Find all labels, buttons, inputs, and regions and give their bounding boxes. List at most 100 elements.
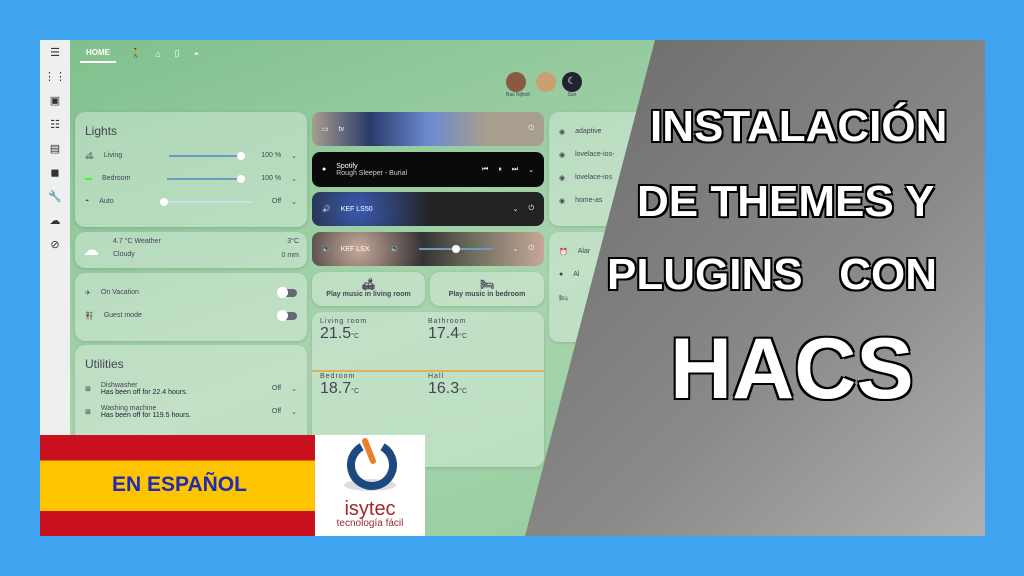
previous-icon[interactable]: ⏮	[482, 166, 488, 174]
people: Bas Nijholt ☾ Sun	[506, 72, 582, 98]
volume-icon[interactable]: 🔉	[391, 245, 400, 253]
logbook-icon[interactable]: ☷	[40, 112, 70, 136]
guest-toggle[interactable]	[277, 309, 297, 321]
weather-temp: 3°C	[287, 238, 299, 245]
brightness-slider[interactable]	[160, 197, 252, 206]
light-value: 100 %	[261, 152, 282, 159]
temp-sensor[interactable]: Living room 21.5°C	[320, 318, 428, 343]
chevron-down-icon[interactable]: ⌄	[291, 198, 297, 206]
next-icon[interactable]: ⏭	[512, 166, 518, 174]
appliance-icon: ⊠	[85, 385, 91, 393]
play-living-button[interactable]: 🛋 Play music in living room	[312, 272, 425, 306]
modes-card: ✈ On Vacation 👫 Guest mode	[75, 273, 307, 341]
repo-name: home-as	[575, 197, 603, 204]
appliance-icon: ⊠	[85, 408, 91, 416]
pause-icon[interactable]: ⏸	[498, 166, 502, 174]
weather-title: 4.7 °C Weather	[113, 238, 161, 245]
history-icon[interactable]: ▤	[40, 136, 70, 160]
room-name: Living room	[320, 318, 368, 325]
mode-row: ✈ On Vacation	[75, 281, 307, 304]
speaker-icon: 🔊	[322, 206, 331, 213]
view-tabs: HOME 🚶 ⌂ ▯ ◓	[80, 44, 199, 63]
power-icon[interactable]: ⏻	[528, 125, 534, 133]
power-logo-icon	[344, 438, 397, 491]
brightness-slider[interactable]	[167, 174, 246, 183]
brightness-slider[interactable]	[168, 151, 246, 160]
bed-icon: 🛏	[559, 294, 568, 302]
media-source: Spotify	[336, 162, 358, 170]
repo-name: adaptive	[575, 128, 602, 135]
room-name: Hall	[428, 373, 445, 380]
power-icon[interactable]: ⏻	[528, 245, 534, 253]
spotify-card[interactable]: ● Spotify Rough Sleeper - Burial ⏮ ⏸ ⏭ ⌄	[312, 152, 544, 187]
chevron-down-icon[interactable]: ⌄	[291, 385, 297, 393]
menu-icon[interactable]: ☰	[40, 40, 70, 64]
light-value: Off	[271, 198, 282, 205]
map-icon[interactable]: ▣	[40, 88, 70, 112]
headline-line-1: INSTALACIÓN	[649, 101, 948, 152]
tab-home[interactable]: HOME	[80, 44, 116, 63]
headline-line-2: DE THEMES Y	[636, 176, 935, 227]
tube-icon[interactable]: ▯	[175, 48, 180, 59]
utility-state: Off	[271, 385, 282, 392]
weather-card[interactable]: ☁ 4.7 °C Weather Cloudy 3°C 0 mm	[75, 232, 307, 268]
avatar[interactable]	[506, 72, 526, 92]
tv-media-card[interactable]: ▭ tv ⏻	[312, 112, 544, 146]
motion-icon[interactable]: 🚶	[130, 48, 141, 59]
avatar[interactable]	[535, 72, 556, 92]
github-icon: ◉	[559, 197, 566, 205]
light-label: Bedroom	[102, 175, 131, 182]
temp-unit: °C	[351, 333, 359, 340]
speaker-icon: 🔈	[322, 246, 331, 253]
github-icon: ◉	[559, 151, 566, 159]
light-row: 🛋 Living 100 % ⌄	[75, 144, 307, 167]
media-name: KEF LS50	[340, 205, 373, 213]
light-label: Living	[103, 152, 123, 159]
chevron-down-icon[interactable]: ⌄	[291, 408, 297, 416]
utility-status: Has been off for 22.4 hours.	[100, 388, 188, 396]
room-name: Bedroom	[320, 373, 356, 380]
temp-value: 18.7	[320, 380, 352, 397]
chevron-down-icon[interactable]: ⌄	[528, 166, 534, 174]
kef-lsx-card[interactable]: 🔈 KEF LSX 🔉 ⌄ ⏻	[312, 232, 544, 266]
github-icon: ◉	[559, 128, 566, 136]
overview-icon[interactable]: ⋮⋮	[40, 64, 70, 88]
chevron-down-icon[interactable]: ⌄	[291, 152, 297, 160]
robot-icon[interactable]: ◓	[194, 49, 199, 59]
thumbnail: ☰ ⋮⋮ ▣ ☷ ▤ ◼ 🔧 ☁ ⊘ HOME 🚶 ⌂ ▯ ◓ Bas Nijh…	[40, 40, 985, 536]
volume-slider[interactable]	[419, 245, 493, 253]
people-icon: 👫	[85, 312, 94, 320]
person-name: Bas Nijholt	[506, 92, 530, 98]
play-bedroom-button[interactable]: 🛏 Play music in bedroom	[430, 272, 544, 306]
cloud-icon[interactable]: ☁	[40, 208, 70, 232]
temp-graph-line	[312, 370, 544, 372]
chevron-down-icon[interactable]: ⌄	[513, 245, 519, 253]
compass-icon[interactable]: ⊘	[40, 232, 70, 256]
temp-unit: °C	[459, 333, 467, 340]
headline-hacs: HACS	[669, 320, 915, 418]
kef-ls50-card[interactable]: 🔊 KEF LS50 ⌄ ⏻	[312, 192, 544, 226]
temp-sensor[interactable]: Bedroom 18.7°C	[320, 373, 428, 398]
logo-tagline: tecnología fácil	[336, 518, 404, 529]
power-icon[interactable]: ⏻	[528, 205, 534, 213]
card-title: Utilities	[85, 357, 124, 371]
temp-sensor[interactable]: Hall 16.3°C	[428, 373, 536, 398]
chevron-down-icon[interactable]: ⌄	[513, 205, 519, 213]
temp-unit: °C	[459, 388, 467, 395]
vacation-toggle[interactable]	[277, 286, 297, 298]
utility-name: Washing machine	[100, 404, 157, 412]
chevron-down-icon[interactable]: ⌄	[291, 175, 297, 183]
wrench-icon[interactable]: 🔧	[40, 184, 70, 208]
robot-icon: ◓	[85, 198, 90, 205]
house-icon[interactable]: ⌂	[155, 49, 160, 59]
headline-line-3: PLUGINS CON	[606, 249, 938, 300]
hacs-icon[interactable]: ◼	[40, 160, 70, 184]
mode-row: 👫 Guest mode	[75, 304, 307, 327]
light-value: 100 %	[261, 175, 282, 182]
github-icon: ◉	[559, 174, 566, 182]
repo-name: lovelace-ios-	[575, 151, 615, 158]
tv-icon: ▭	[322, 126, 329, 133]
sofa-icon: 🛋	[361, 279, 376, 291]
moon-icon[interactable]: ☾	[561, 72, 582, 92]
temp-sensor[interactable]: Bathroom 17.4°C	[428, 318, 536, 343]
